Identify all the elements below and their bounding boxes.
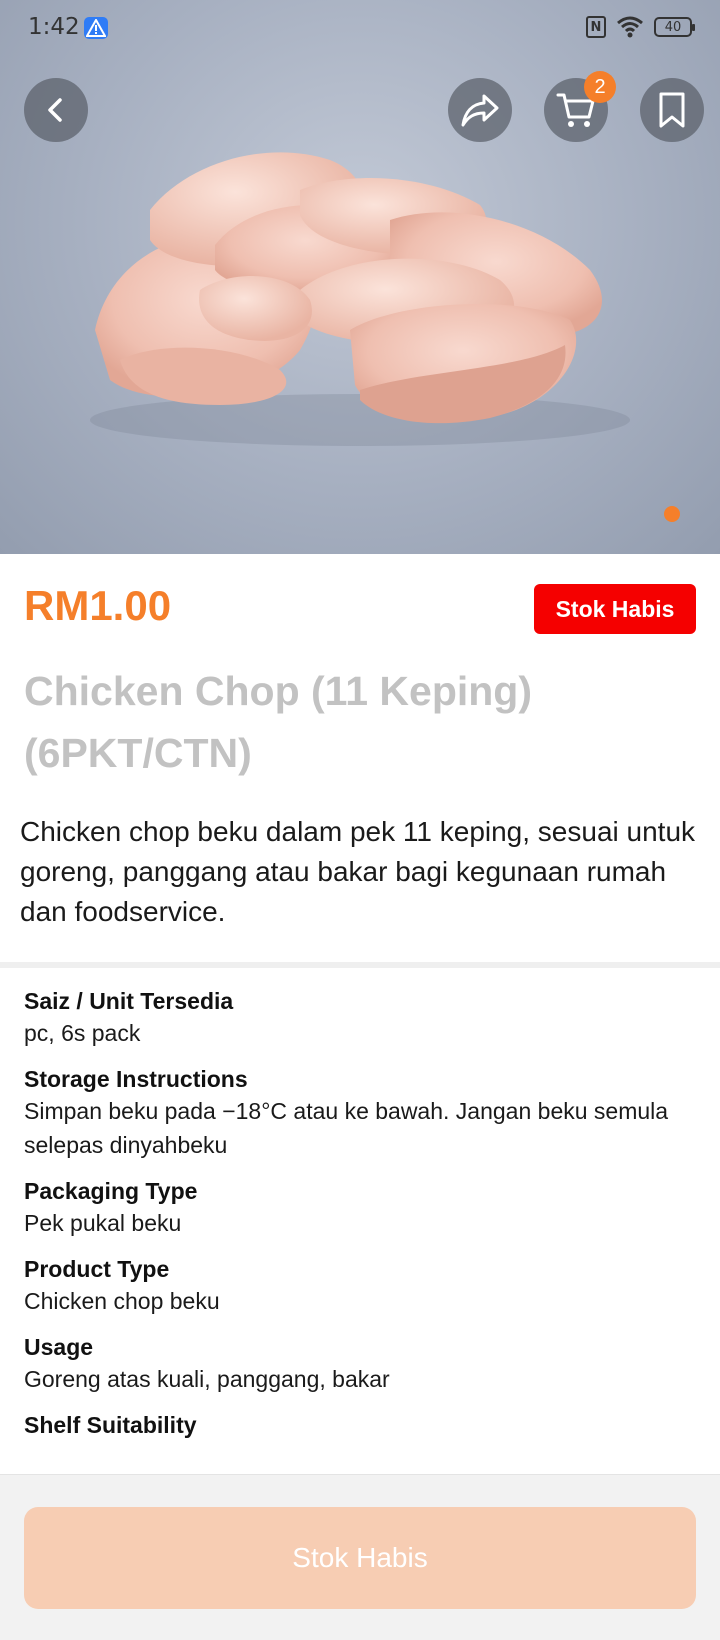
out-of-stock-button[interactable]: Stok Habis — [24, 1507, 696, 1609]
product-specs: Saiz / Unit Tersedia pc, 6s pack Storage… — [24, 986, 700, 1454]
spec-label: Storage Instructions — [24, 1066, 248, 1092]
spec-value: Pek pukal beku — [24, 1210, 182, 1236]
spec-label: Product Type — [24, 1256, 170, 1282]
product-title: Chicken Chop (11 Keping) (6PKT/CTN) — [24, 668, 532, 776]
out-of-stock-badge: Stok Habis — [534, 584, 696, 634]
spec-label: Saiz / Unit Tersedia — [24, 988, 234, 1014]
back-icon — [48, 98, 62, 122]
spec-label: Packaging Type — [24, 1178, 198, 1204]
section-divider — [0, 962, 720, 968]
bookmark-button[interactable] — [640, 78, 704, 142]
spec-item: Usage Goreng atas kuali, panggang, bakar — [24, 1332, 700, 1396]
spec-value: Goreng atas kuali, panggang, bakar — [24, 1366, 390, 1392]
spec-label: Usage — [24, 1334, 94, 1360]
spec-value: pc, 6s pack — [24, 1020, 141, 1046]
back-button[interactable] — [24, 78, 88, 142]
battery-icon: 40 — [654, 17, 695, 37]
status-icons: N 40 — [586, 16, 695, 38]
spec-item: Product Type Chicken chop beku — [24, 1254, 700, 1318]
share-button[interactable] — [448, 78, 512, 142]
spec-item: Shelf Suitability — [24, 1410, 700, 1440]
status-time: 1:42 — [28, 14, 80, 40]
product-image-carousel[interactable]: 1:42 N 40 2 — [0, 0, 720, 554]
carousel-dot — [664, 506, 680, 522]
product-description: Chicken chop beku dalam pek 11 keping, s… — [20, 816, 696, 927]
nfc-icon: N — [586, 16, 606, 38]
bottom-action-bar: Stok Habis — [0, 1474, 720, 1640]
warning-icon — [84, 17, 108, 39]
bookmark-icon — [659, 92, 685, 128]
spec-item: Storage Instructions Simpan beku pada −1… — [24, 1064, 700, 1162]
status-bar: 1:42 N 40 — [0, 0, 720, 58]
wifi-icon — [617, 16, 643, 38]
spec-value: Simpan beku pada −18°C atau ke bawah. Ja… — [24, 1098, 669, 1158]
share-icon — [461, 94, 499, 127]
cart-count-badge: 2 — [584, 71, 616, 103]
spec-item: Saiz / Unit Tersedia pc, 6s pack — [24, 986, 700, 1050]
spec-item: Packaging Type Pek pukal beku — [24, 1176, 700, 1240]
spec-value: Chicken chop beku — [24, 1288, 220, 1314]
spec-label: Shelf Suitability — [24, 1412, 197, 1438]
product-price: RM1.00 — [24, 582, 172, 629]
